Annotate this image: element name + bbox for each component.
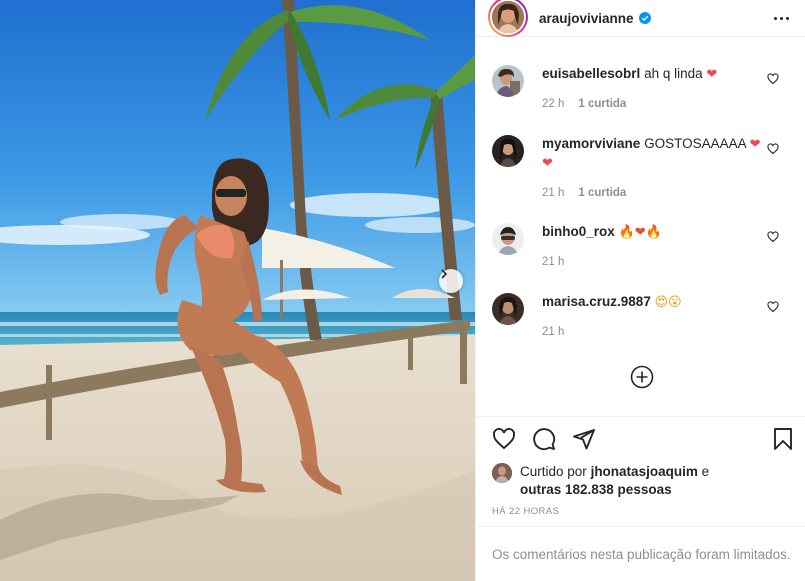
- comment-age[interactable]: 21 h: [542, 326, 564, 338]
- author-avatar-image: [492, 1, 524, 33]
- post-dialog: araujovivianne euisabellesobrl ah q lind…: [0, 0, 805, 581]
- post-side-panel: araujovivianne euisabellesobrl ah q lind…: [475, 0, 805, 581]
- commenter-avatar[interactable]: [492, 65, 524, 97]
- comment: marisa.cruz.9887 😍😮 21 h: [492, 293, 789, 338]
- post-header: araujovivianne: [476, 0, 805, 37]
- comment-age[interactable]: 22 h: [542, 98, 564, 110]
- liked-by-others[interactable]: outras 182.838 pessoas: [520, 482, 672, 497]
- comment-age[interactable]: 21 h: [542, 256, 564, 268]
- comment-emoji: 😍😮: [654, 295, 682, 310]
- comment: myamorviviane GOSTOSAAAAA ❤❤ 21 h 1 curt…: [492, 135, 789, 199]
- heart-icon[interactable]: [767, 231, 779, 243]
- next-photo-button[interactable]: [439, 269, 463, 293]
- comment-emoji: 🔥❤🔥: [618, 225, 662, 240]
- bookmark-icon[interactable]: [771, 427, 795, 451]
- comments-list: euisabellesobrl ah q linda ❤ 22 h 1 curt…: [476, 37, 805, 416]
- commenter-avatar-image: [492, 293, 524, 325]
- comment-text: GOSTOSAAAAA: [644, 136, 746, 151]
- liked-by-prefix: Curtido por: [520, 464, 587, 479]
- more-options-icon: [774, 16, 789, 20]
- author-username[interactable]: araujovivianne: [539, 11, 634, 26]
- post-timestamp[interactable]: HÁ 22 HORAS: [492, 506, 559, 517]
- comment-username[interactable]: binho0_rox: [542, 224, 615, 239]
- post-photo[interactable]: [0, 0, 475, 581]
- commenter-avatar[interactable]: [492, 223, 524, 255]
- comment-username[interactable]: marisa.cruz.9887: [542, 294, 651, 309]
- comment-username[interactable]: euisabellesobrl: [542, 66, 640, 81]
- liked-by: Curtido por jhonatasjoaquim e outras 182…: [492, 463, 709, 499]
- post-actions: Curtido por jhonatasjoaquim e outras 182…: [476, 416, 805, 526]
- heart-icon[interactable]: [767, 73, 779, 85]
- comment-text: ah q linda: [644, 66, 703, 81]
- commenter-avatar-image: [492, 223, 524, 255]
- comment-likes[interactable]: 1 curtida: [578, 187, 626, 199]
- comment: binho0_rox 🔥❤🔥 21 h: [492, 223, 789, 268]
- author-avatar[interactable]: [488, 0, 528, 37]
- liker-avatar[interactable]: [492, 463, 512, 483]
- heart-icon[interactable]: [492, 427, 516, 451]
- commenter-avatar-image: [492, 135, 524, 167]
- commenter-avatar-image: [492, 65, 524, 97]
- verified-badge-icon: [638, 12, 651, 24]
- comment: euisabellesobrl ah q linda ❤ 22 h 1 curt…: [492, 65, 789, 110]
- heart-icon[interactable]: [767, 301, 779, 313]
- plus-circle-icon[interactable]: [630, 365, 654, 389]
- commenter-avatar[interactable]: [492, 135, 524, 167]
- liked-by-connector: e: [701, 464, 710, 479]
- commenter-avatar[interactable]: [492, 293, 524, 325]
- liked-by-user[interactable]: jhonatasjoaquim: [591, 464, 698, 479]
- comment-age[interactable]: 21 h: [542, 187, 564, 199]
- more-options-button[interactable]: [770, 13, 793, 24]
- share-icon[interactable]: [572, 427, 596, 451]
- liker-avatar-image: [492, 463, 512, 483]
- chevron-right-icon: [441, 269, 448, 279]
- comment-likes[interactable]: 1 curtida: [578, 98, 626, 110]
- heart-icon[interactable]: [767, 143, 779, 155]
- beach-photo: [0, 0, 475, 581]
- comment-username[interactable]: myamorviviane: [542, 136, 640, 151]
- comment-emoji: ❤: [706, 67, 718, 82]
- comment-icon[interactable]: [532, 427, 556, 451]
- comments-limited-notice: Os comentários nesta publicação foram li…: [476, 526, 805, 581]
